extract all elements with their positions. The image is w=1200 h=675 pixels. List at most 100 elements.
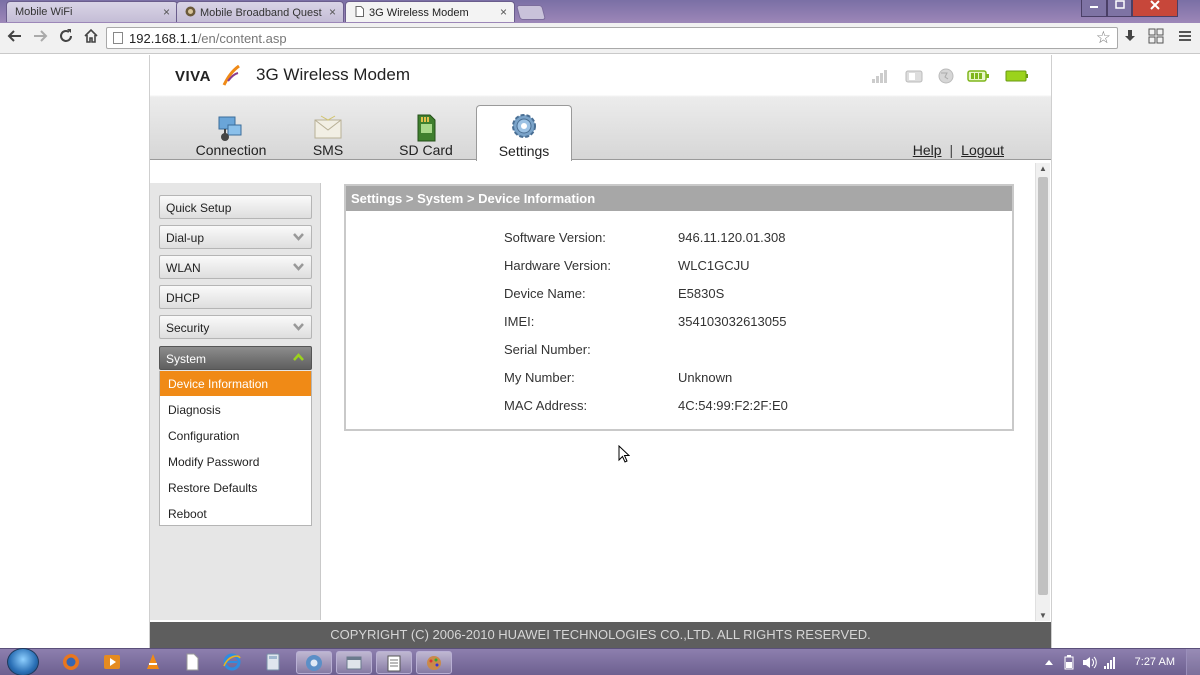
back-button[interactable] xyxy=(5,28,25,48)
minimize-button[interactable] xyxy=(1081,0,1107,17)
sidebar-item-label: System xyxy=(166,352,207,366)
browser-tab-mobile-broadband[interactable]: Mobile Broadband Quest × xyxy=(176,1,344,22)
taskbar-window-button[interactable] xyxy=(336,651,372,674)
sidebar-item-security[interactable]: Security xyxy=(159,315,312,339)
tab-title: 3G Wireless Modem xyxy=(369,7,469,19)
tab-settings[interactable]: Settings xyxy=(476,105,572,161)
envelope-icon xyxy=(314,115,342,139)
download-button[interactable] xyxy=(1120,28,1140,48)
taskbar-chrome-button[interactable] xyxy=(296,651,332,674)
sidebar-item-system[interactable]: System xyxy=(159,346,312,370)
header-links: Help | Logout xyxy=(913,142,1004,158)
logo-text: VIVA xyxy=(175,68,211,85)
vlc-icon[interactable] xyxy=(143,652,163,672)
submenu-item-device-information[interactable]: Device Information xyxy=(160,371,311,396)
tab-sd-card[interactable]: SD Card xyxy=(382,113,470,160)
tab-title: Mobile Broadband Quest xyxy=(200,7,322,19)
info-row-software-version: Software Version: 946.11.120.01.308 xyxy=(346,230,1012,250)
forward-button[interactable] xyxy=(30,28,50,48)
firefox-icon[interactable] xyxy=(61,652,81,672)
system-submenu: Device Information Diagnosis Configurati… xyxy=(159,371,312,526)
address-bar[interactable]: 192.168.1.1/en/content.asp ☆ xyxy=(106,27,1118,49)
home-icon xyxy=(84,28,98,43)
internet-explorer-icon[interactable] xyxy=(222,652,242,672)
page-title: 3G Wireless Modem xyxy=(256,65,410,84)
browser-tab-3g-modem[interactable]: 3G Wireless Modem × xyxy=(345,1,515,22)
chevron-down-icon xyxy=(293,233,304,241)
reload-button[interactable] xyxy=(56,28,76,48)
tab-sms[interactable]: SMS xyxy=(296,113,360,160)
info-value: WLC1GCJU xyxy=(678,258,750,273)
tab-title: Mobile WiFi xyxy=(15,6,73,18)
main-tabs: Connection SMS SD Card Settings Help | Log… xyxy=(150,105,1051,161)
forum-favicon-icon xyxy=(185,6,196,17)
scroll-up-icon[interactable]: ▲ xyxy=(1039,164,1047,173)
close-icon[interactable]: × xyxy=(329,5,336,19)
close-icon[interactable]: × xyxy=(163,5,170,19)
battery-tray-icon[interactable] xyxy=(1064,655,1074,670)
sidebar-item-label: DHCP xyxy=(166,291,201,305)
new-tab-button[interactable] xyxy=(515,5,547,20)
info-value: 946.11.120.01.308 xyxy=(678,230,786,245)
submenu-item-diagnosis[interactable]: Diagnosis xyxy=(160,397,311,422)
home-button[interactable] xyxy=(81,28,101,48)
scrollbar-thumb[interactable] xyxy=(1038,177,1048,595)
info-label: Hardware Version: xyxy=(504,258,611,273)
mouse-cursor-icon xyxy=(618,445,630,463)
tab-connection[interactable]: Connection xyxy=(182,113,280,160)
info-label: MAC Address: xyxy=(504,398,588,413)
submenu-item-reboot[interactable]: Reboot xyxy=(160,501,311,526)
submenu-item-modify-password[interactable]: Modify Password xyxy=(160,449,311,474)
chevron-up-icon xyxy=(293,353,304,361)
info-row-serial-number: Serial Number: xyxy=(346,342,1012,362)
sidebar-item-wlan[interactable]: WLAN xyxy=(159,255,312,279)
logout-link[interactable]: Logout xyxy=(961,142,1004,158)
hamburger-menu-icon xyxy=(1179,31,1191,41)
breadcrumb: Settings > System > Device Information xyxy=(346,186,1012,211)
browser-tab-mobile-wifi[interactable]: Mobile WiFi × xyxy=(6,1,178,22)
sidebar-item-dhcp[interactable]: DHCP xyxy=(159,285,312,309)
maximize-button[interactable] xyxy=(1107,0,1132,17)
sidebar-item-quick-setup[interactable]: Quick Setup xyxy=(159,195,312,219)
start-button[interactable] xyxy=(7,648,39,675)
browser-tab-strip: Mobile WiFi × Mobile Broadband Quest × 3… xyxy=(0,0,1200,23)
link-separator: | xyxy=(949,142,954,158)
clock[interactable]: 7:27 AM xyxy=(1135,656,1175,668)
minimize-icon xyxy=(1090,6,1098,8)
maximize-icon xyxy=(1114,0,1125,9)
tab-label: Connection xyxy=(195,142,267,158)
menu-button[interactable] xyxy=(1175,28,1195,48)
sidebar-item-dial-up[interactable]: Dial-up xyxy=(159,225,312,249)
network-signal-icon[interactable] xyxy=(1103,655,1117,670)
close-window-button[interactable] xyxy=(1132,0,1178,17)
grid-icon xyxy=(1148,28,1164,44)
document-icon[interactable] xyxy=(182,652,202,672)
forward-arrow-icon xyxy=(34,30,48,42)
taskbar-paint-button[interactable] xyxy=(416,651,452,674)
back-arrow-icon xyxy=(7,30,21,42)
main-content: Settings > System > Device Information S… xyxy=(321,183,1036,620)
content-scrollbar[interactable]: ▲ ▼ xyxy=(1035,163,1050,621)
bookmark-star-icon[interactable]: ☆ xyxy=(1096,28,1111,48)
battery-full-icon xyxy=(1005,70,1028,82)
scroll-down-icon[interactable]: ▼ xyxy=(1039,611,1047,620)
tab-label: SD Card xyxy=(399,142,453,158)
show-hidden-icons-icon[interactable] xyxy=(1044,658,1054,666)
apps-button[interactable] xyxy=(1146,28,1166,48)
taskbar-notepad-button[interactable] xyxy=(376,651,412,674)
volume-icon[interactable] xyxy=(1082,655,1098,670)
help-link[interactable]: Help xyxy=(913,142,942,158)
close-icon[interactable]: × xyxy=(500,5,507,19)
media-player-icon[interactable] xyxy=(102,652,122,672)
submenu-item-configuration[interactable]: Configuration xyxy=(160,423,311,448)
info-label: Device Name: xyxy=(504,286,586,301)
sidebar-item-label: Quick Setup xyxy=(166,201,232,215)
battery-icon xyxy=(967,70,989,82)
info-value: E5830S xyxy=(678,286,725,301)
show-desktop-button[interactable] xyxy=(1186,649,1200,675)
submenu-item-restore-defaults[interactable]: Restore Defaults xyxy=(160,475,311,500)
tab-label: SMS xyxy=(312,142,344,158)
viva-logo: VIVA xyxy=(175,61,240,91)
calculator-icon[interactable] xyxy=(263,652,283,672)
url-host: 192.168.1.1 xyxy=(129,31,198,46)
